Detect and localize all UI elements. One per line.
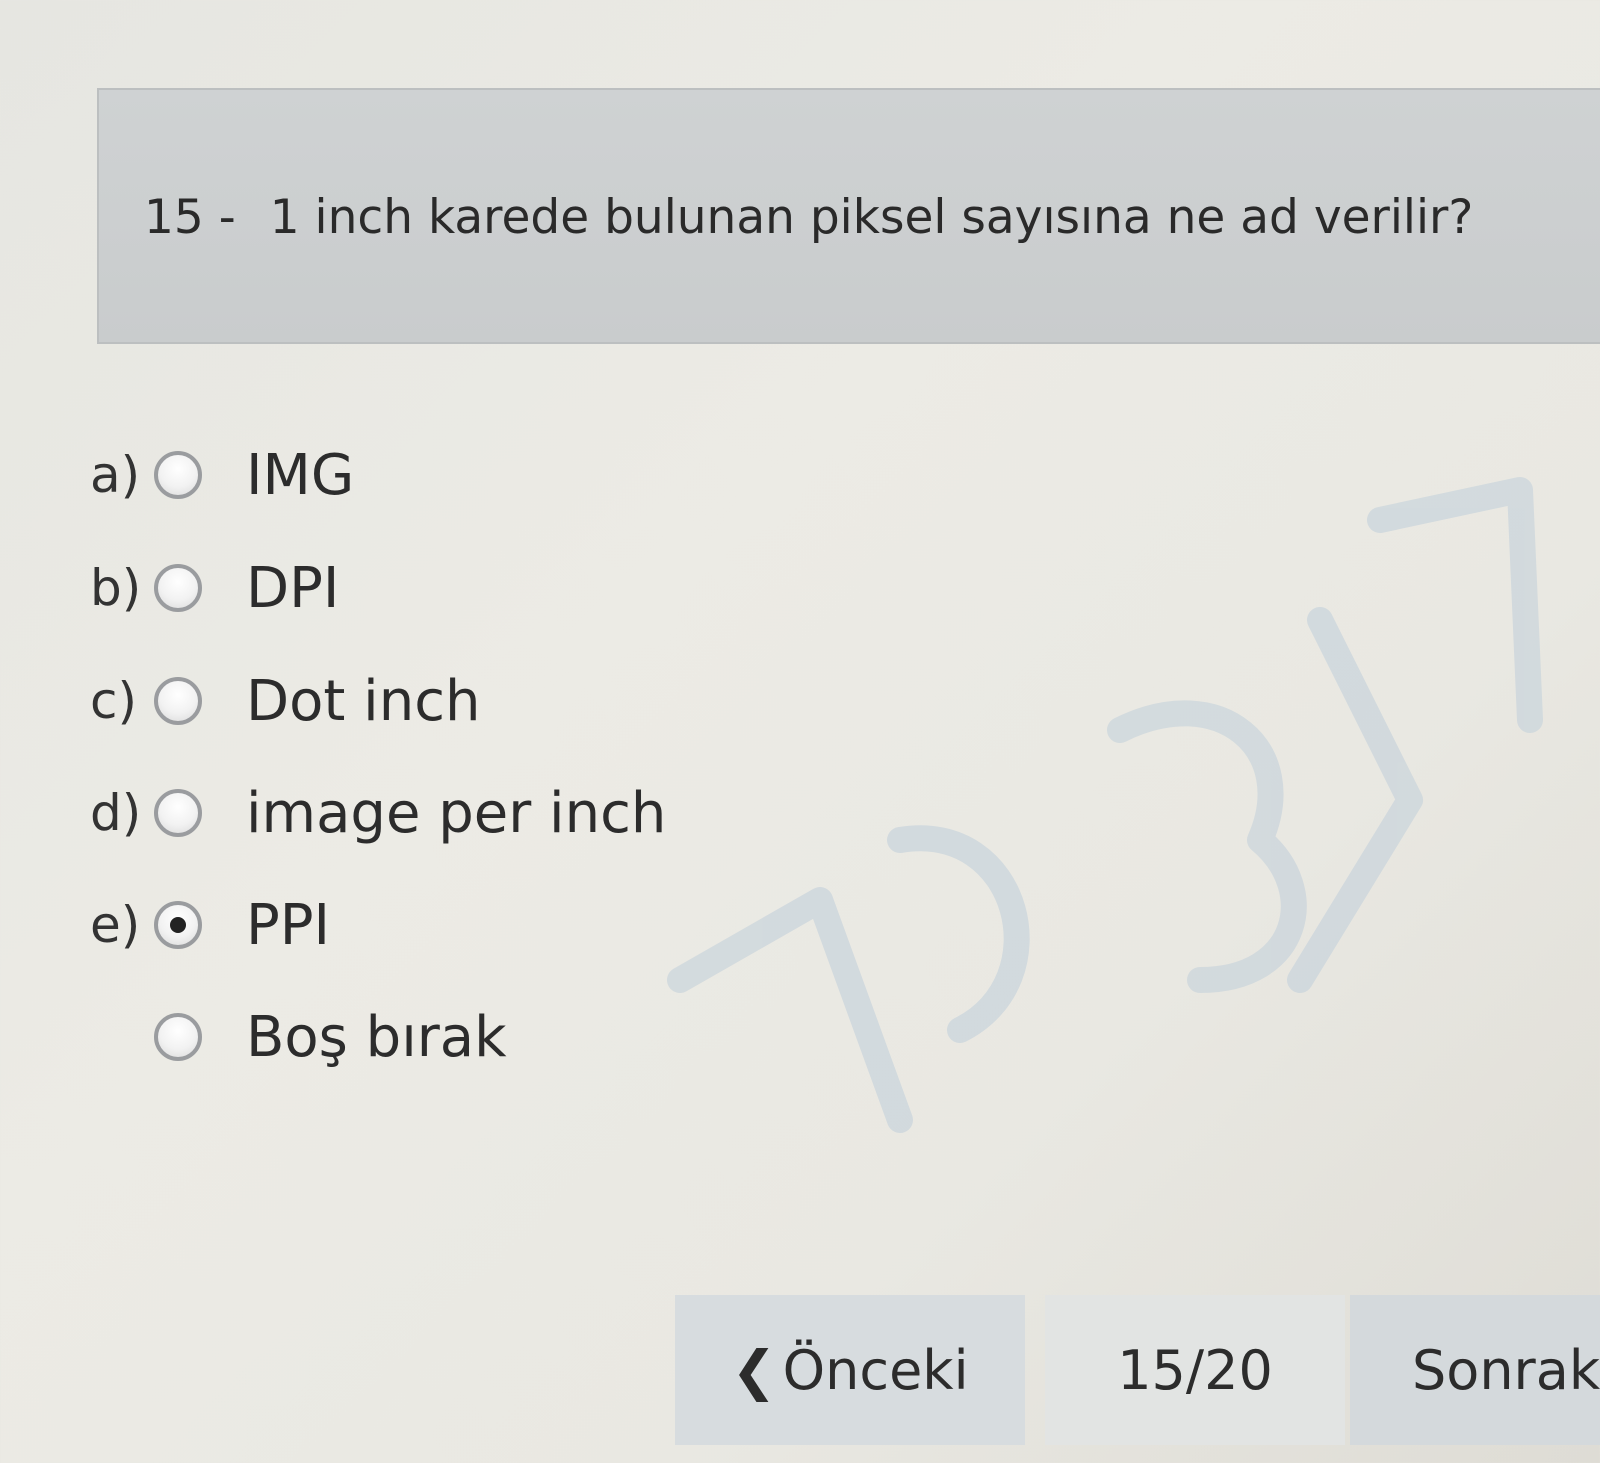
option-b[interactable]: b) DPI bbox=[90, 553, 339, 623]
option-e-radio[interactable] bbox=[154, 901, 202, 949]
option-e[interactable]: e) PPI bbox=[90, 890, 330, 960]
option-skip[interactable]: Boş bırak bbox=[90, 1002, 507, 1072]
option-letter: b) bbox=[90, 559, 142, 617]
option-c[interactable]: c) Dot inch bbox=[90, 666, 480, 736]
option-a-radio[interactable] bbox=[154, 451, 202, 499]
option-skip-radio[interactable] bbox=[154, 1013, 202, 1061]
option-c-radio[interactable] bbox=[154, 677, 202, 725]
previous-button[interactable]: ❮ Önceki bbox=[675, 1295, 1025, 1445]
previous-label: Önceki bbox=[782, 1338, 969, 1402]
question-text: 15 - 1 inch karede bulunan piksel sayısın… bbox=[144, 190, 1473, 245]
option-label: Dot inch bbox=[246, 668, 481, 734]
option-letter: d) bbox=[90, 784, 142, 842]
question-number: 15 - bbox=[144, 190, 236, 245]
option-d-radio[interactable] bbox=[154, 789, 202, 837]
radio-selected-dot bbox=[170, 917, 186, 933]
option-label: Boş bırak bbox=[246, 1004, 507, 1070]
watermark-graphic bbox=[667, 477, 1543, 1133]
option-label: PPI bbox=[246, 892, 331, 958]
page-indicator: 15/20 bbox=[1045, 1295, 1345, 1445]
option-label: image per inch bbox=[246, 780, 667, 846]
option-letter: c) bbox=[90, 672, 137, 730]
option-label: IMG bbox=[246, 442, 355, 508]
option-letter: a) bbox=[90, 446, 141, 504]
question-box: 15 - 1 inch karede bulunan piksel sayısın… bbox=[97, 88, 1600, 344]
next-button[interactable]: Sonraki bbox=[1350, 1295, 1600, 1445]
option-d[interactable]: d) image per inch bbox=[90, 778, 666, 848]
option-label: DPI bbox=[246, 555, 340, 621]
option-b-radio[interactable] bbox=[154, 564, 202, 612]
next-label: Sonraki bbox=[1412, 1338, 1600, 1402]
question-body: 1 inch karede bulunan piksel sayısına ne… bbox=[269, 190, 1474, 245]
chevron-left-icon: ❮ bbox=[731, 1338, 777, 1402]
page-indicator-text: 15/20 bbox=[1117, 1338, 1273, 1402]
option-a[interactable]: a) IMG bbox=[90, 440, 354, 510]
option-letter: e) bbox=[90, 896, 141, 954]
